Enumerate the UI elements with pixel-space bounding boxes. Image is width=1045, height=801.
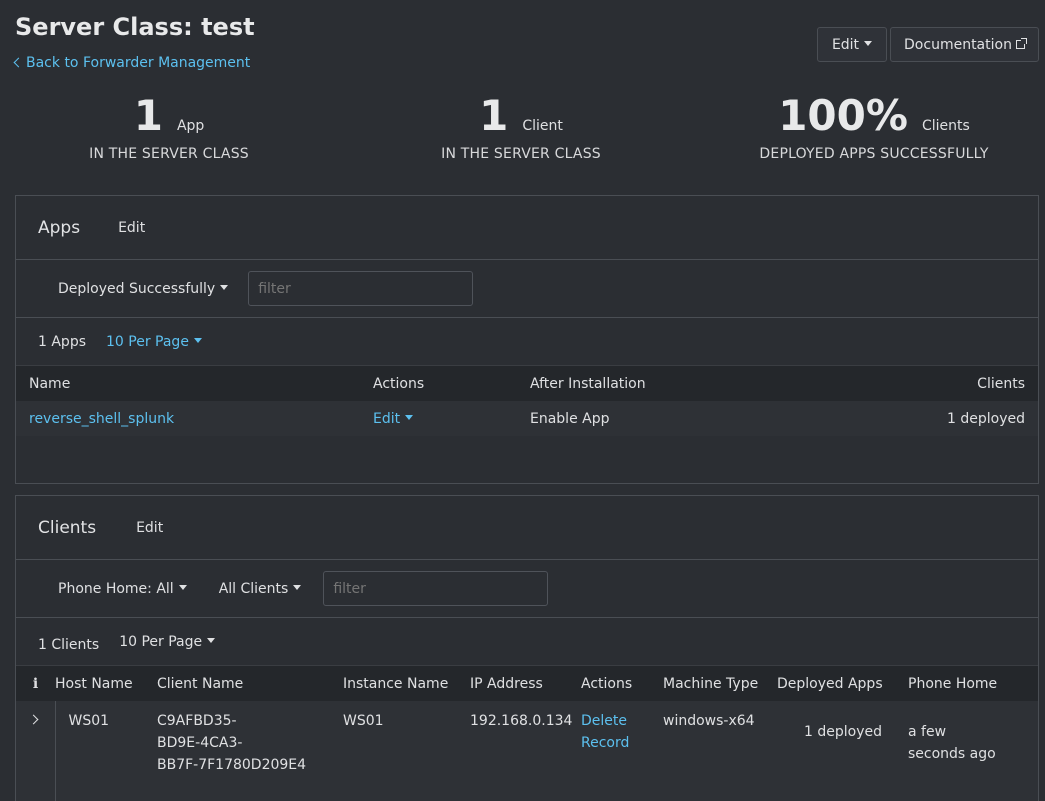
stat-unit: Clients [921, 118, 970, 134]
clients-table: i Host Name Client Name Instance Name IP… [16, 666, 1038, 801]
back-to-forwarder-management-link[interactable]: Back to Forwarder Management [13, 55, 251, 71]
after-installation-cell: Enable App [517, 401, 806, 436]
client-name-line: BB7F-7F1780D209E4 [157, 757, 307, 773]
documentation-button-label: Documentation [904, 36, 1012, 53]
caret-down-icon [864, 41, 873, 46]
stat-value: 100% [778, 91, 908, 140]
column-header-clients[interactable]: Clients [805, 366, 1038, 401]
phone-home-cell: a few seconds ago [908, 701, 1038, 801]
deployed-apps-cell: 1 deployed [777, 701, 908, 801]
client-name-line: BD9E-4CA3- [157, 735, 243, 751]
caret-down-icon [220, 285, 229, 290]
caret-down-icon [207, 638, 216, 643]
app-edit-dropdown[interactable]: Edit [373, 410, 414, 427]
all-clients-dropdown[interactable]: All Clients [219, 581, 302, 597]
apps-filter-row: Deployed Successfully [16, 260, 1038, 318]
clients-count: 1 Clients [38, 636, 100, 653]
stat-apps: 1 App IN THE SERVER CLASS [19, 91, 319, 163]
apps-panel-header: Apps Edit [16, 196, 1038, 260]
stat-caption: IN THE SERVER CLASS [89, 146, 249, 162]
table-row: WS01 C9AFBD35- BD9E-4CA3- BB7F-7F1780D20… [16, 701, 1038, 801]
apps-count-row: 1 Apps 10 Per Page [16, 318, 1038, 366]
app-clients-cell: 1 deployed [805, 401, 1038, 436]
app-name-link[interactable]: reverse_shell_splunk [16, 401, 360, 436]
delete-record-line: Delete [581, 713, 627, 729]
app-edit-label: Edit [373, 410, 401, 427]
back-link-label: Back to Forwarder Management [26, 55, 251, 71]
column-header-phone-home[interactable]: Phone Home [908, 666, 1038, 701]
apps-count: 1 Apps [38, 333, 87, 350]
phone-home-line: seconds ago [908, 746, 996, 762]
table-row: reverse_shell_splunk Edit Enable App 1 d… [16, 401, 1038, 436]
per-page-label: 10 Per Page [119, 633, 203, 650]
clients-filter-row: Phone Home: All All Clients [16, 560, 1038, 618]
apps-per-page-dropdown[interactable]: 10 Per Page [106, 334, 202, 350]
stat-deployed-success: 100% Clients DEPLOYED APPS SUCCESSFULLY [724, 91, 1024, 163]
phone-home-label: Phone Home: All [58, 580, 174, 597]
column-header-name[interactable]: Name [16, 366, 360, 401]
clients-panel: Clients Edit Phone Home: All All Clients… [15, 495, 1039, 801]
client-name-line: C9AFBD35- [157, 713, 237, 729]
column-header-machine-type[interactable]: Machine Type [663, 666, 777, 701]
documentation-button[interactable]: Documentation [890, 27, 1039, 62]
deployment-status-label: Deployed Successfully [58, 280, 216, 297]
column-header-instance-name[interactable]: Instance Name [343, 666, 470, 701]
stat-unit: App [176, 118, 205, 134]
caret-down-icon [193, 338, 202, 343]
column-header-actions: Actions [360, 366, 517, 401]
machine-type-cell: windows-x64 [663, 701, 777, 801]
stat-caption: DEPLOYED APPS SUCCESSFULLY [759, 146, 989, 162]
caret-down-icon [405, 415, 414, 420]
instance-name-cell: WS01 [343, 701, 470, 801]
delete-record-line: Record [581, 735, 630, 751]
edit-dropdown-button[interactable]: Edit [817, 27, 887, 62]
clients-panel-title: Clients [38, 517, 97, 538]
stat-value: 1 [479, 91, 509, 140]
phone-home-line: a few [908, 724, 947, 740]
caret-down-icon [293, 585, 302, 590]
column-header-ip-address[interactable]: IP Address [470, 666, 581, 701]
delete-record-link[interactable]: Delete Record [581, 701, 663, 801]
clients-filter-input[interactable] [323, 571, 549, 606]
expand-row-cell[interactable] [16, 701, 56, 801]
clients-count-row: 1 Clients 10 Per Page [16, 618, 1038, 666]
stat-unit: Client [522, 118, 563, 134]
client-name-cell: C9AFBD35- BD9E-4CA3- BB7F-7F1780D209E4 [157, 701, 343, 801]
edit-button-label: Edit [831, 36, 860, 53]
apps-panel-title: Apps [38, 217, 81, 238]
stat-clients: 1 Client IN THE SERVER CLASS [371, 91, 671, 163]
stat-value: 1 [133, 91, 163, 140]
clients-panel-header: Clients Edit [16, 496, 1038, 560]
app-actions-cell: Edit [360, 401, 517, 436]
apps-panel: Apps Edit Deployed Successfully 1 Apps 1… [15, 195, 1039, 484]
per-page-label: 10 Per Page [106, 333, 189, 350]
all-clients-label: All Clients [218, 580, 289, 597]
caret-down-icon [178, 585, 187, 590]
apps-table: Name Actions After Installation Clients … [16, 366, 1038, 436]
clients-edit-link[interactable]: Edit [136, 520, 163, 536]
stat-caption: IN THE SERVER CLASS [441, 146, 601, 162]
column-header-after-installation[interactable]: After Installation [517, 366, 806, 401]
info-icon: i [16, 666, 55, 701]
page-title: Server Class: test [15, 13, 255, 41]
column-header-deployed-apps[interactable]: Deployed Apps [777, 666, 908, 701]
deployment-status-dropdown[interactable]: Deployed Successfully [58, 280, 229, 297]
host-name-cell: WS01 [55, 701, 157, 801]
column-header-host-name[interactable]: Host Name [55, 666, 157, 701]
column-header-actions: Actions [581, 666, 663, 701]
chevron-right-icon [28, 714, 39, 725]
apps-edit-link[interactable]: Edit [118, 220, 145, 236]
column-header-client-name[interactable]: Client Name [157, 666, 343, 701]
clients-per-page-dropdown[interactable]: 10 Per Page [119, 633, 216, 650]
chevron-left-icon [13, 57, 24, 68]
external-link-icon [1015, 38, 1027, 49]
phone-home-dropdown[interactable]: Phone Home: All [58, 581, 187, 597]
ip-address-cell: 192.168.0.134 [470, 701, 581, 801]
apps-filter-input[interactable] [248, 271, 474, 306]
